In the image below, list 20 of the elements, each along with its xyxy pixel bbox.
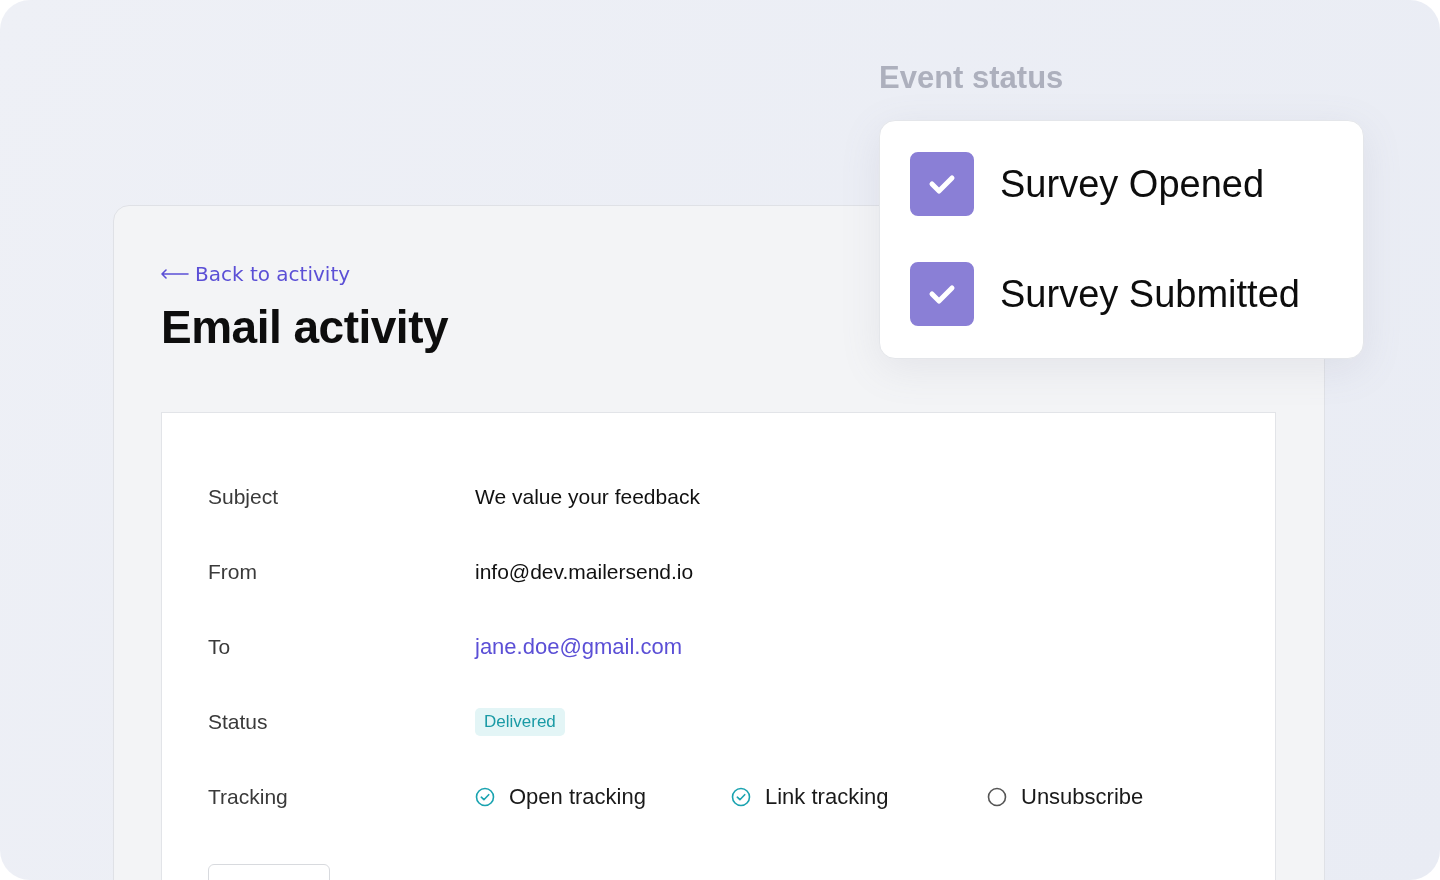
email-link[interactable]: jane.doe@gmail.com [475,633,682,660]
checkbox-label: Survey Submitted [1000,272,1300,316]
checkbox[interactable] [910,262,974,326]
tracking-label: Open tracking [509,783,646,810]
checkbox[interactable] [910,152,974,216]
back-link[interactable]: Back to activity [161,262,351,286]
arrow-left-icon [161,269,189,279]
field-label: Status [208,709,269,734]
field-label: To [208,634,232,659]
tracking-label: Unsubscribe [1021,783,1144,810]
field-value: info@dev.mailersend.io [475,559,694,584]
status-badge: Delivered [475,707,565,736]
checkbox-label: Survey Opened [1000,162,1265,206]
field-value: We value your feedback [475,484,700,509]
field-label: Subject [208,484,280,509]
section-heading: Event status [879,60,1065,96]
page-title: Email activity [161,300,450,354]
tracking-label: Link tracking [765,783,889,810]
field-label: Tracking [208,784,289,809]
field-label: From [208,559,258,584]
